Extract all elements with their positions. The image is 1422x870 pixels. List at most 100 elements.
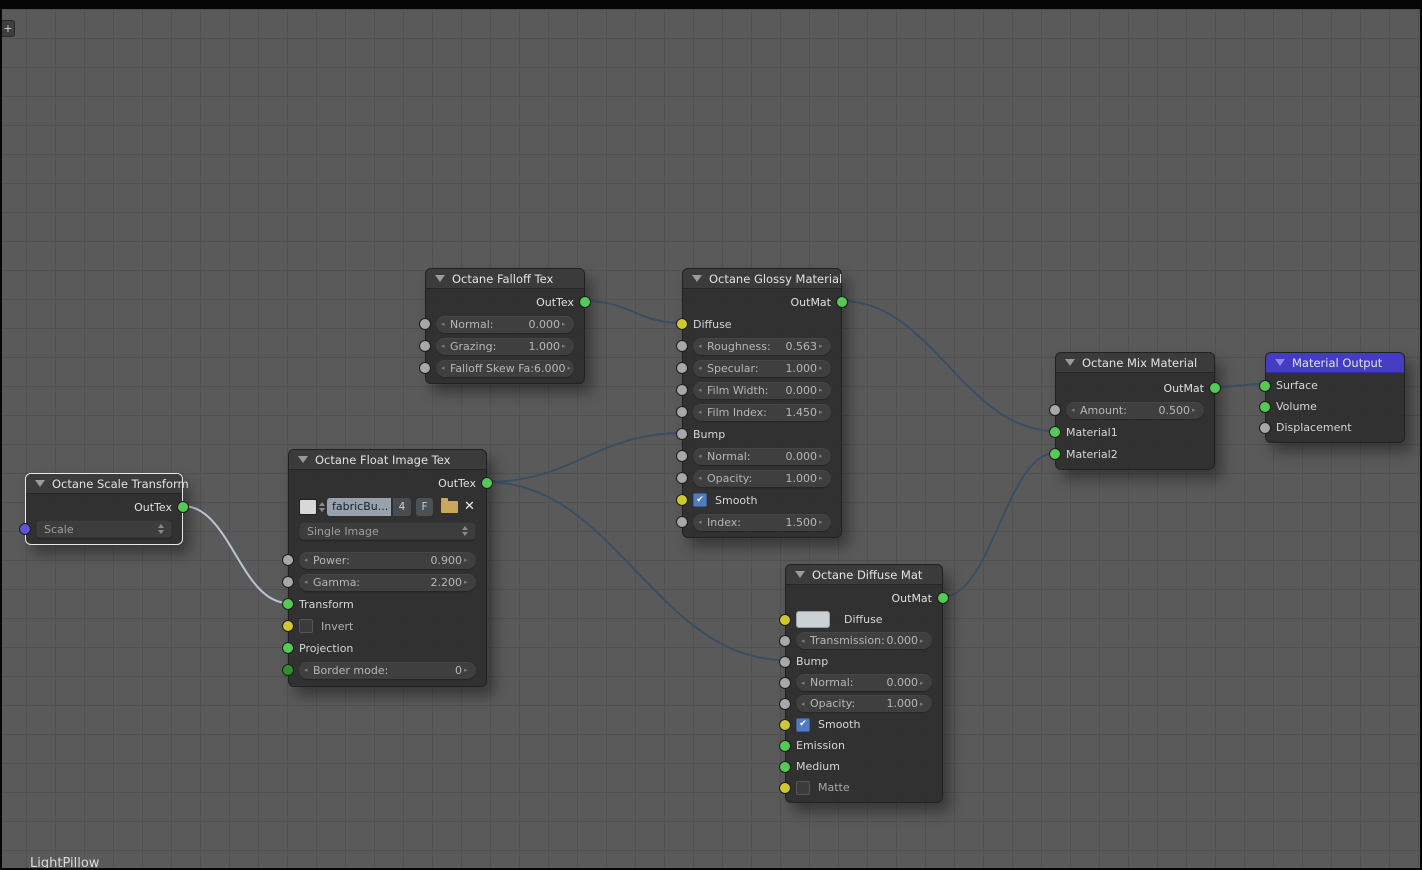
index-input-socket[interactable] <box>676 516 688 528</box>
link-glossy-outmat-to-mix-material1[interactable] <box>841 300 1056 432</box>
transmission-slider[interactable]: ◂ Transmission: 0.000 ▸ <box>796 632 932 649</box>
power-input-socket[interactable] <box>282 554 294 566</box>
slider-left-arrow-icon[interactable]: ◂ <box>698 386 705 394</box>
stepper-arrows-icon[interactable] <box>158 524 164 534</box>
scale-input-socket[interactable] <box>19 523 31 535</box>
slider-right-arrow-icon[interactable]: ▸ <box>819 364 826 372</box>
node-octane-falloff-tex[interactable]: Octane Falloff Tex OutTex ◂ Normal: 0.00… <box>419 268 591 384</box>
slider-left-arrow-icon[interactable]: ◂ <box>801 679 808 687</box>
dropdown-arrows-icon[interactable] <box>462 526 468 536</box>
opacity-slider[interactable]: ◂ Opacity: 1.000 ▸ <box>693 469 831 487</box>
slider-right-arrow-icon[interactable]: ▸ <box>920 679 927 687</box>
link-diffusemat-outmat-to-mix-material2[interactable] <box>942 452 1056 598</box>
roughness-input-socket[interactable] <box>676 340 688 352</box>
node-header[interactable]: Octane Glossy Material <box>683 269 842 289</box>
slider-left-arrow-icon[interactable]: ◂ <box>304 666 311 674</box>
collapse-icon[interactable] <box>435 275 445 282</box>
outmat-output-socket[interactable] <box>1209 382 1221 394</box>
link-mix-outmat-to-output-surface[interactable] <box>1214 383 1266 388</box>
link-falloff-outtex-to-glossy-diffuse[interactable] <box>584 300 683 324</box>
slider-right-arrow-icon[interactable]: ▸ <box>819 342 826 350</box>
bump-input-socket[interactable] <box>676 428 688 440</box>
slider-left-arrow-icon[interactable]: ◂ <box>304 556 311 564</box>
index-slider[interactable]: ◂ Index: 1.500 ▸ <box>693 513 831 531</box>
border-mode-input-socket[interactable] <box>282 664 294 676</box>
slider-right-arrow-icon[interactable]: ▸ <box>464 578 471 586</box>
outtex-output-socket[interactable] <box>177 501 189 513</box>
slider-right-arrow-icon[interactable]: ▸ <box>562 320 569 328</box>
displacement-input-socket[interactable] <box>1259 421 1271 434</box>
slider-left-arrow-icon[interactable]: ◂ <box>698 452 705 460</box>
outtex-output-socket[interactable] <box>481 477 493 489</box>
collapse-icon[interactable] <box>35 480 45 487</box>
slider-right-arrow-icon[interactable]: ▸ <box>567 364 574 372</box>
diffuse-color-swatch[interactable] <box>796 611 830 628</box>
opacity-input-socket[interactable] <box>676 472 688 484</box>
collapse-icon[interactable] <box>298 456 308 463</box>
film-width-slider[interactable]: ◂ Film Width: 0.000 ▸ <box>693 381 831 399</box>
node-octane-scale-transform[interactable]: Octane Scale Transform OutTex Scale <box>19 473 189 545</box>
region-expand-button[interactable]: + <box>2 20 15 37</box>
volume-input-socket[interactable] <box>1259 400 1271 413</box>
slider-right-arrow-icon[interactable]: ▸ <box>920 700 927 708</box>
fake-user-button[interactable]: F <box>416 497 433 516</box>
invert-checkbox[interactable] <box>299 619 313 633</box>
scale-vector-field[interactable]: Scale <box>36 520 172 538</box>
slider-left-arrow-icon[interactable]: ◂ <box>441 342 448 350</box>
slider-left-arrow-icon[interactable]: ◂ <box>801 637 808 645</box>
grazing-slider[interactable]: ◂ Grazing: 1.000 ▸ <box>436 337 574 355</box>
gamma-slider[interactable]: ◂ Gamma: 2.200 ▸ <box>299 573 476 591</box>
slider-left-arrow-icon[interactable]: ◂ <box>441 364 448 372</box>
amount-input-socket[interactable] <box>1049 404 1061 416</box>
normal-input-socket[interactable] <box>779 676 791 689</box>
slider-left-arrow-icon[interactable]: ◂ <box>698 342 705 350</box>
open-image-icon[interactable] <box>441 497 458 513</box>
outmat-output-socket[interactable] <box>836 296 848 308</box>
slider-left-arrow-icon[interactable]: ◂ <box>441 320 448 328</box>
link-floatimage-outtex-to-glossy-bump[interactable] <box>486 432 683 483</box>
unlink-image-icon[interactable]: ✕ <box>464 500 475 513</box>
bump-input-socket[interactable] <box>779 655 791 668</box>
image-browse-icon[interactable] <box>299 498 317 515</box>
slider-right-arrow-icon[interactable]: ▸ <box>464 556 471 564</box>
material2-input-socket[interactable] <box>1049 448 1061 460</box>
slider-right-arrow-icon[interactable]: ▸ <box>562 342 569 350</box>
slider-left-arrow-icon[interactable]: ◂ <box>698 518 705 526</box>
diffuse-input-socket[interactable] <box>779 613 791 626</box>
image-users-count-button[interactable]: 4 <box>393 497 411 516</box>
diffuse-input-socket[interactable] <box>676 318 688 330</box>
normal-input-socket[interactable] <box>419 318 431 330</box>
invert-input-socket[interactable] <box>282 620 294 632</box>
image-mode-dropdown[interactable]: Single Image <box>299 522 476 540</box>
opacity-input-socket[interactable] <box>779 697 791 710</box>
outtex-output-socket[interactable] <box>579 296 591 308</box>
collapse-icon[interactable] <box>1275 359 1285 366</box>
film-index-input-socket[interactable] <box>676 406 688 418</box>
slider-right-arrow-icon[interactable]: ▸ <box>819 474 826 482</box>
falloff-skew-input-socket[interactable] <box>419 362 431 374</box>
normal-slider[interactable]: ◂ Normal: 0.000 ▸ <box>796 674 932 691</box>
slider-right-arrow-icon[interactable]: ▸ <box>819 518 826 526</box>
link-scaletransform-outtex-to-floatimage-transform[interactable] <box>182 505 289 604</box>
node-header[interactable]: Octane Scale Transform <box>26 474 189 494</box>
material1-input-socket[interactable] <box>1049 426 1061 438</box>
collapse-icon[interactable] <box>1065 359 1075 366</box>
outmat-output-socket[interactable] <box>937 592 949 604</box>
slider-right-arrow-icon[interactable]: ▸ <box>920 637 927 645</box>
node-header[interactable]: Material Output <box>1266 353 1404 373</box>
specular-input-socket[interactable] <box>676 362 688 374</box>
slider-left-arrow-icon[interactable]: ◂ <box>304 578 311 586</box>
projection-input-socket[interactable] <box>282 642 294 654</box>
slider-right-arrow-icon[interactable]: ▸ <box>1192 406 1199 414</box>
smooth-input-socket[interactable] <box>676 494 688 506</box>
normal-slider[interactable]: ◂ Normal: 0.000 ▸ <box>693 447 831 465</box>
node-octane-glossy-material[interactable]: Octane Glossy Material OutMat Diffuse ◂ … <box>676 268 848 538</box>
slider-left-arrow-icon[interactable]: ◂ <box>698 364 705 372</box>
image-stepper-arrows-icon[interactable] <box>319 501 325 512</box>
border-mode-slider[interactable]: ◂ Border mode: 0 ▸ <box>299 661 476 679</box>
smooth-input-socket[interactable] <box>779 718 791 731</box>
emission-input-socket[interactable] <box>779 739 791 752</box>
node-header[interactable]: Octane Diffuse Mat <box>786 565 942 585</box>
normal-slider[interactable]: ◂ Normal: 0.000 ▸ <box>436 315 574 333</box>
specular-slider[interactable]: ◂ Specular: 1.000 ▸ <box>693 359 831 377</box>
